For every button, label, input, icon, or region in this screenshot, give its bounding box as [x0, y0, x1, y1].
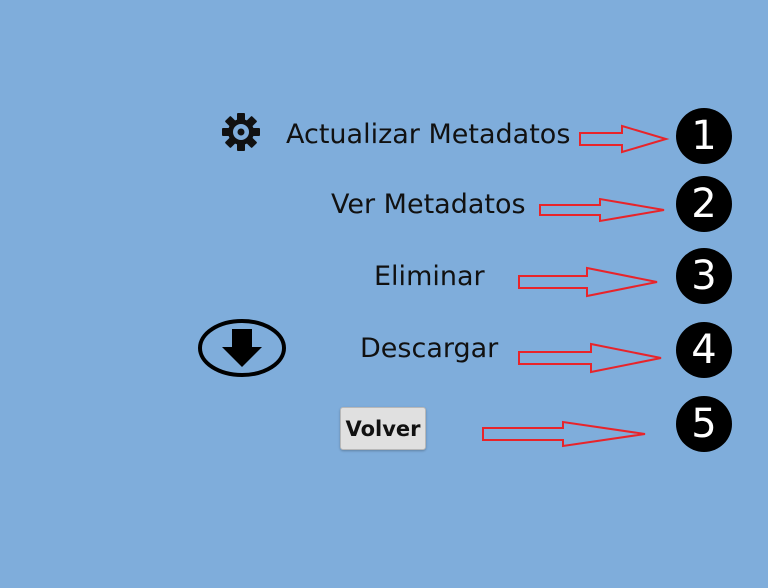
callout-arrow-1: [579, 124, 670, 154]
callout-badge-1: 1: [676, 108, 732, 164]
callout-arrow-2: [539, 197, 665, 223]
menu-item-eliminar[interactable]: Eliminar: [374, 263, 485, 290]
callout-arrow-3: [518, 266, 658, 298]
menu-item-descargar[interactable]: Descargar: [360, 335, 498, 362]
callout-badge-5: 5: [676, 396, 732, 452]
volver-button[interactable]: Volver: [340, 407, 426, 450]
callout-badge-2: 2: [676, 176, 732, 232]
callout-arrow-5: [482, 420, 646, 448]
gear-icon[interactable]: [219, 110, 263, 154]
menu-item-actualizar-metadatos[interactable]: Actualizar Metadatos: [286, 121, 570, 148]
callout-badge-4: 4: [676, 322, 732, 378]
callout-badge-3: 3: [676, 248, 732, 304]
download-icon[interactable]: [196, 317, 288, 379]
callout-arrow-4: [518, 342, 662, 374]
menu-item-ver-metadatos[interactable]: Ver Metadatos: [331, 191, 526, 218]
